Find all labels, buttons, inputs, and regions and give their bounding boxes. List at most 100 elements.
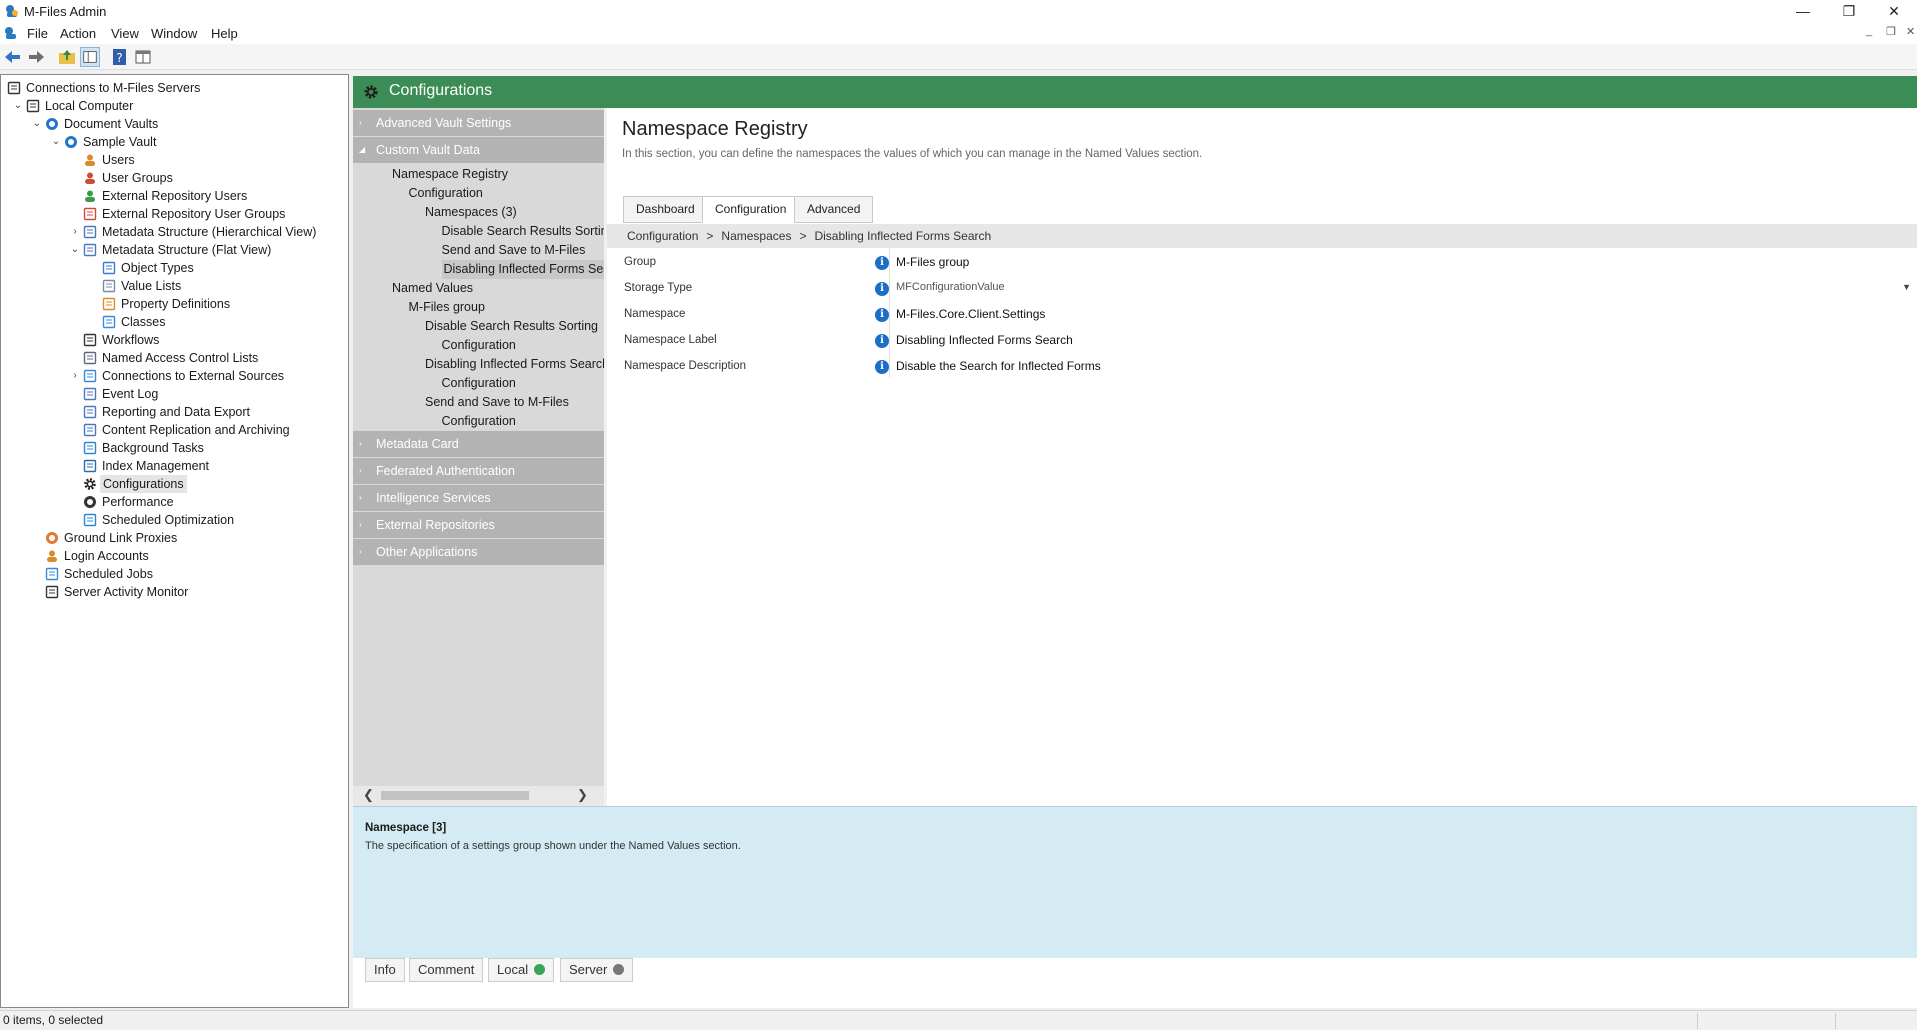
expand-chevron-down-icon[interactable]: ⌄ [31, 115, 43, 133]
tree-item-label: Connections to External Sources [102, 369, 285, 383]
minimize-button[interactable]: — [1780, 0, 1826, 22]
breadcrumb-item: Disabling Inflected Forms Search [814, 229, 992, 243]
nav-section[interactable]: ◢ Custom Vault Data [353, 137, 604, 163]
nav-tree-item[interactable]: Disabling Inflected Forms Search [441, 260, 604, 279]
replication-icon [83, 423, 97, 437]
value-lists-icon [102, 279, 116, 293]
report-icon [83, 405, 97, 419]
nav-tree-item[interactable]: ◢Named Values [392, 279, 473, 298]
nav-tree-item[interactable]: ◢Namespaces (3) [425, 203, 517, 222]
expand-chevron-down-icon[interactable]: ⌄ [50, 133, 62, 151]
console-tree-toggle-icon[interactable] [80, 47, 100, 67]
up-folder-icon[interactable] [57, 47, 77, 67]
breadcrumb-item[interactable]: Namespaces [721, 229, 791, 243]
nav-section-label: Other Applications [376, 545, 478, 559]
nav-section[interactable]: › Other Applications [353, 539, 604, 565]
tree-item-label: Document Vaults [64, 117, 159, 131]
list-icon [83, 243, 97, 257]
restore-button[interactable]: ❐ [1826, 0, 1872, 22]
tab-local[interactable]: Local [488, 958, 555, 982]
nav-section[interactable]: › Intelligence Services [353, 485, 604, 511]
tree-item-label: Users [102, 153, 135, 167]
tree-item-label: Value Lists [121, 279, 182, 293]
nav-tree-item[interactable]: Configuration [442, 412, 516, 431]
nav-section-label: Metadata Card [376, 437, 459, 451]
nav-section-label: Intelligence Services [376, 491, 491, 505]
nav-tree-item-label: Disable Search Results Sorting [441, 224, 605, 238]
breadcrumb-item[interactable]: Configuration [627, 229, 698, 243]
property-value[interactable]: Disabling Inflected Forms Search [896, 333, 1073, 347]
menu-action[interactable]: Action [60, 26, 96, 41]
mdi-minimize-button[interactable]: _ [1866, 25, 1872, 37]
mdi-close-button[interactable]: ✕ [1906, 25, 1915, 38]
menu-file[interactable]: File [27, 26, 48, 41]
m-files-admin-icon [6, 5, 18, 17]
event-log-icon [83, 387, 97, 401]
tree-item-label: Content Replication and Archiving [102, 423, 290, 437]
info-icon[interactable]: i [875, 308, 889, 322]
nav-tree-item[interactable]: ◢Configuration [409, 184, 483, 203]
status-text: 0 items, 0 selected [3, 1013, 104, 1027]
menu-view[interactable]: View [111, 26, 139, 41]
mdi-restore-button[interactable]: ❐ [1886, 25, 1896, 38]
expand-chevron-down-icon[interactable]: ⌄ [69, 241, 81, 259]
tab-dashboard[interactable]: Dashboard [623, 196, 708, 223]
tree-item-label: User Groups [102, 171, 173, 185]
nav-tree-item-label: Configuration [441, 414, 516, 428]
forward-arrow-icon[interactable] [26, 47, 46, 67]
menu-help[interactable]: Help [211, 26, 238, 41]
menu-window[interactable]: Window [151, 26, 197, 41]
info-icon[interactable]: i [875, 256, 889, 270]
nav-tree-item[interactable]: Configuration [442, 374, 516, 393]
tab-info[interactable]: Info [365, 958, 405, 982]
page-title: Namespace Registry [622, 118, 808, 140]
tree-item-label: Background Tasks [102, 441, 204, 455]
nav-tree-item[interactable]: ◢M-Files group [409, 298, 485, 317]
info-icon[interactable]: i [875, 282, 889, 296]
property-value[interactable]: M-Files group [896, 255, 969, 269]
tab-advanced[interactable]: Advanced [794, 196, 874, 223]
scrollbar-thumb[interactable] [381, 791, 529, 800]
dropdown-arrow-icon[interactable]: ▼ [1902, 282, 1911, 292]
expand-arrow-icon: › [359, 466, 362, 475]
status-divider [1697, 1013, 1698, 1029]
nav-section[interactable]: › External Repositories [353, 512, 604, 538]
property-value[interactable]: M-Files.Core.Client.Settings [896, 307, 1045, 321]
expand-chevron-right-icon[interactable]: › [69, 367, 81, 385]
tab-comment[interactable]: Comment [409, 958, 484, 982]
nav-tree-item[interactable]: Disable Search Results Sorting [442, 222, 605, 241]
close-button[interactable]: ✕ [1871, 0, 1917, 22]
tab-server[interactable]: Server [560, 958, 634, 982]
help-icon[interactable]: ? [110, 47, 130, 67]
tab-configuration[interactable]: Configuration [702, 196, 800, 223]
nav-section[interactable]: › Federated Authentication [353, 458, 604, 484]
nav-section[interactable]: › Advanced Vault Settings [353, 110, 604, 136]
nav-tree-item[interactable]: Configuration [442, 336, 516, 355]
tree-item-label: Local Computer [45, 99, 134, 113]
back-arrow-icon[interactable] [3, 47, 23, 67]
index-icon [83, 459, 97, 473]
nav-tree-item[interactable]: ◢Disable Search Results Sorting [425, 317, 598, 336]
expand-chevron-down-icon[interactable]: ⌄ [12, 97, 24, 115]
scroll-right-icon[interactable]: ❯ [577, 787, 588, 803]
nav-tree-item[interactable]: ◢Namespace Registry [392, 165, 508, 184]
nav-tree-item[interactable]: ◢Send and Save to M-Files [425, 393, 569, 412]
property-value[interactable]: Disable the Search for Inflected Forms [896, 359, 1101, 373]
local-status-dot-icon [534, 964, 546, 975]
expand-chevron-right-icon[interactable]: › [69, 223, 81, 241]
info-icon[interactable]: i [875, 360, 889, 374]
info-icon[interactable]: i [875, 334, 889, 348]
navigator-horizontal-scrollbar[interactable]: ❮ ❯ [353, 786, 604, 806]
scroll-left-icon[interactable]: ❮ [363, 787, 374, 803]
nav-section[interactable]: › Metadata Card [353, 431, 604, 457]
nav-tree-item[interactable]: Send and Save to M-Files [442, 241, 586, 260]
nav-tree-item[interactable]: ◢Disabling Inflected Forms Search [425, 355, 604, 374]
property-value[interactable]: MFConfigurationValue [896, 281, 1005, 293]
bottom-tab-bar: Info Comment Local Server [353, 958, 1917, 1008]
window-title: M-Files Admin [24, 4, 107, 19]
properties-pane-icon[interactable] [133, 47, 153, 67]
property-row: Namespace i M-Files.Core.Client.Settings [607, 302, 1917, 328]
property-row: Storage Type i MFConfigurationValue ▼ [607, 276, 1917, 302]
property-row: Group i M-Files group [607, 250, 1917, 276]
computer-icon [26, 99, 40, 113]
